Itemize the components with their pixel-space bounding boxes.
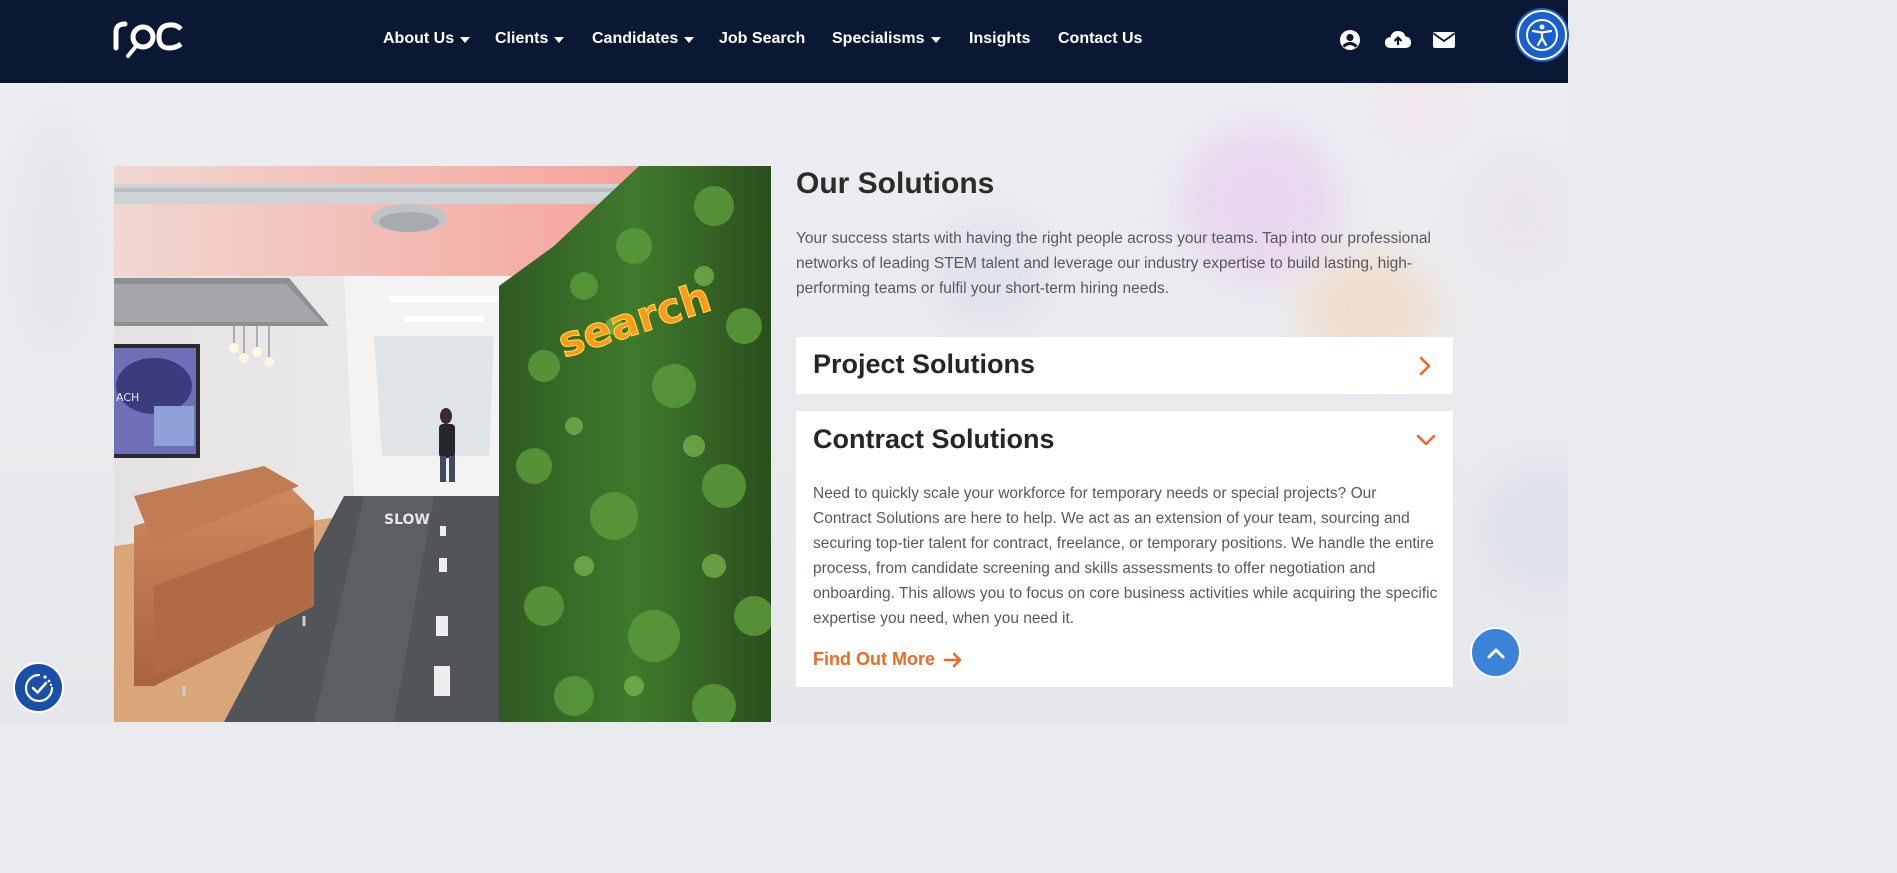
bokeh-light xyxy=(10,113,100,353)
site-header: About Us Clients Candidates Job Search S… xyxy=(0,0,1568,83)
section-title: Our Solutions xyxy=(796,167,995,200)
nav-label: Specialisms xyxy=(832,30,925,47)
nav-insights[interactable]: Insights xyxy=(969,30,1030,48)
cookie-settings-button[interactable] xyxy=(13,662,64,713)
nav-label: Contact Us xyxy=(1058,30,1143,47)
section-intro: Your success starts with having the righ… xyxy=(796,230,1431,297)
accordion-project-solutions[interactable]: Project Solutions xyxy=(796,337,1453,394)
roc-logo[interactable] xyxy=(112,18,184,60)
panel-title[interactable]: Contract Solutions xyxy=(813,424,1055,455)
envelope-icon[interactable] xyxy=(1432,28,1456,52)
caret-down-icon xyxy=(460,37,471,43)
accessibility-button[interactable] xyxy=(1517,10,1567,60)
nav-about-us[interactable]: About Us xyxy=(383,30,471,48)
nav-label: Insights xyxy=(969,30,1031,47)
scroll-to-top-button[interactable] xyxy=(1470,627,1521,678)
bokeh-light xyxy=(1460,143,1568,283)
bokeh-light xyxy=(1480,463,1568,593)
nav-contact-us[interactable]: Contact Us xyxy=(1058,30,1142,48)
nav-label: Clients xyxy=(495,30,549,47)
chevron-down-icon[interactable] xyxy=(1416,433,1436,447)
nav-job-search[interactable]: Job Search xyxy=(719,30,805,48)
chevron-right-icon xyxy=(1419,356,1431,376)
panel-title: Project Solutions xyxy=(813,349,1036,379)
svg-text:ACH: ACH xyxy=(116,391,139,404)
nav-clients[interactable]: Clients xyxy=(495,30,565,48)
caret-down-icon xyxy=(684,37,695,43)
user-icon[interactable] xyxy=(1338,28,1362,52)
find-out-more-link[interactable]: Find Out More xyxy=(813,649,963,670)
nav-label: About Us xyxy=(383,30,455,47)
accessibility-icon xyxy=(1526,19,1558,51)
nav-specialisms[interactable]: Specialisms xyxy=(832,30,941,48)
bokeh-light xyxy=(1370,83,1470,153)
cookie-check-icon xyxy=(24,673,53,702)
chevron-up-icon xyxy=(1487,648,1504,658)
office-photo: ACH SLOW search xyxy=(114,166,771,722)
caret-down-icon xyxy=(554,37,565,43)
arrow-right-icon xyxy=(943,652,962,667)
road-slow-text: SLOW xyxy=(384,512,430,528)
accordion-contract-solutions: Contract Solutions Need to quickly scale… xyxy=(796,411,1453,687)
panel-body: Need to quickly scale your workforce for… xyxy=(813,485,1438,627)
nav-candidates[interactable]: Candidates xyxy=(592,30,695,48)
nav-label: Candidates xyxy=(592,30,679,47)
nav-label: Job Search xyxy=(719,30,806,47)
find-out-more-label: Find Out More xyxy=(813,649,935,669)
caret-down-icon xyxy=(930,37,941,43)
cloud-upload-icon[interactable] xyxy=(1384,28,1412,52)
